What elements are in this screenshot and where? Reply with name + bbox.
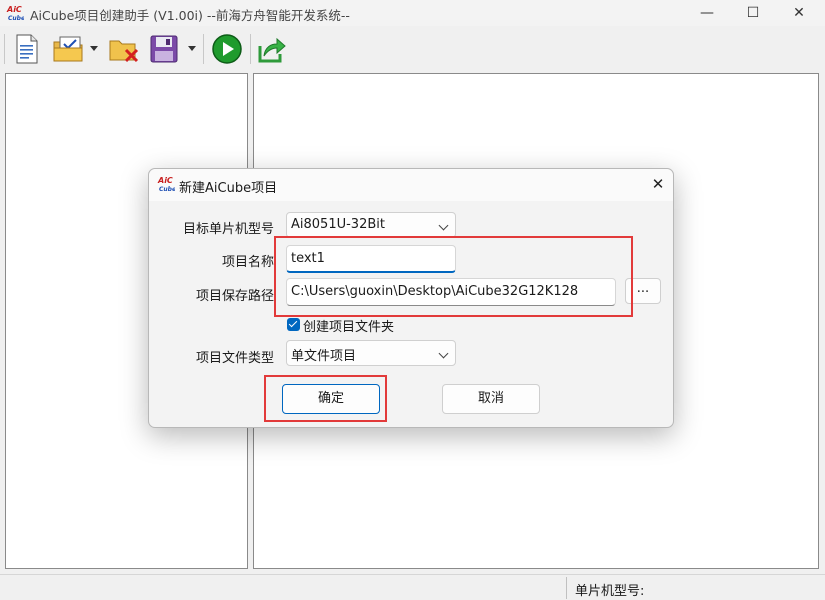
svg-text:Cube: Cube [159, 186, 175, 193]
open-project-dropdown-icon[interactable] [90, 46, 98, 51]
delete-project-icon [109, 40, 139, 63]
create-folder-checkbox[interactable] [287, 318, 300, 331]
aicube-logo-icon: AiC Cube [6, 5, 24, 22]
chevron-down-icon [438, 220, 449, 231]
status-mcu-label: 单片机型号: [575, 584, 645, 599]
close-icon: ✕ [651, 175, 665, 193]
ok-button[interactable]: 确定 [282, 384, 380, 414]
svg-text:AiC: AiC [157, 176, 173, 185]
close-window-button[interactable]: ✕ [776, 0, 822, 26]
window-title: AiCube项目创建助手 (V1.00i) --前海方舟智能开发系统-- [30, 8, 350, 23]
aicube-logo-icon: AiC Cube [157, 176, 175, 193]
minimize-button[interactable]: — [684, 0, 730, 26]
project-path-label: 项目保存路径 [195, 289, 274, 304]
file-type-value: 单文件项目 [291, 349, 357, 364]
maximize-button[interactable]: ☐ [730, 0, 776, 26]
file-type-select[interactable]: 单文件项目 [286, 340, 456, 366]
save-icon [150, 35, 178, 63]
mcu-label: 目标单片机型号 [182, 222, 274, 237]
open-project-button[interactable] [52, 32, 86, 66]
svg-text:Cube: Cube [8, 15, 24, 22]
dialog-close-button[interactable]: ✕ [647, 173, 669, 195]
chevron-down-icon [438, 348, 449, 359]
project-name-value: text1 [291, 251, 325, 266]
new-project-dialog: AiC Cube 新建AiCube项目 ✕ 目标单片机型号 Ai8051U-32… [148, 168, 674, 428]
toolbar-grip [4, 34, 5, 64]
project-path-input[interactable]: C:\Users\guoxin\Desktop\AiCube32G12K128 [286, 278, 616, 306]
project-name-label: 项目名称 [221, 255, 274, 270]
dialog-title: 新建AiCube项目 [179, 181, 278, 196]
toolbar-separator [203, 34, 204, 64]
save-dropdown-icon[interactable] [188, 46, 196, 51]
svg-text:AiC: AiC [6, 5, 22, 14]
status-bar: 单片机型号: [0, 574, 825, 600]
toolbar [0, 26, 825, 72]
project-name-input[interactable]: text1 [286, 245, 456, 273]
title-bar: AiC Cube AiCube项目创建助手 (V1.00i) --前海方舟智能开… [0, 0, 825, 26]
browse-path-button[interactable]: ... [625, 278, 661, 304]
new-project-button[interactable] [12, 32, 42, 66]
close-project-button[interactable] [108, 32, 140, 66]
dialog-title-bar: AiC Cube 新建AiCube项目 ✕ [149, 169, 673, 201]
run-icon [212, 34, 242, 64]
run-button[interactable] [210, 32, 244, 66]
export-icon [258, 37, 286, 63]
mcu-select-value: Ai8051U-32Bit [291, 217, 385, 232]
mcu-select[interactable]: Ai8051U-32Bit [286, 212, 456, 238]
save-project-button[interactable] [148, 32, 180, 66]
status-divider [566, 577, 567, 599]
file-type-label: 项目文件类型 [195, 351, 274, 366]
new-document-icon [16, 34, 38, 64]
create-folder-label: 创建项目文件夹 [303, 320, 395, 335]
open-project-icon [53, 36, 83, 62]
cancel-button[interactable]: 取消 [442, 384, 540, 414]
toolbar-separator [250, 34, 251, 64]
project-path-value: C:\Users\guoxin\Desktop\AiCube32G12K128 [291, 284, 579, 299]
export-button[interactable] [256, 32, 288, 66]
